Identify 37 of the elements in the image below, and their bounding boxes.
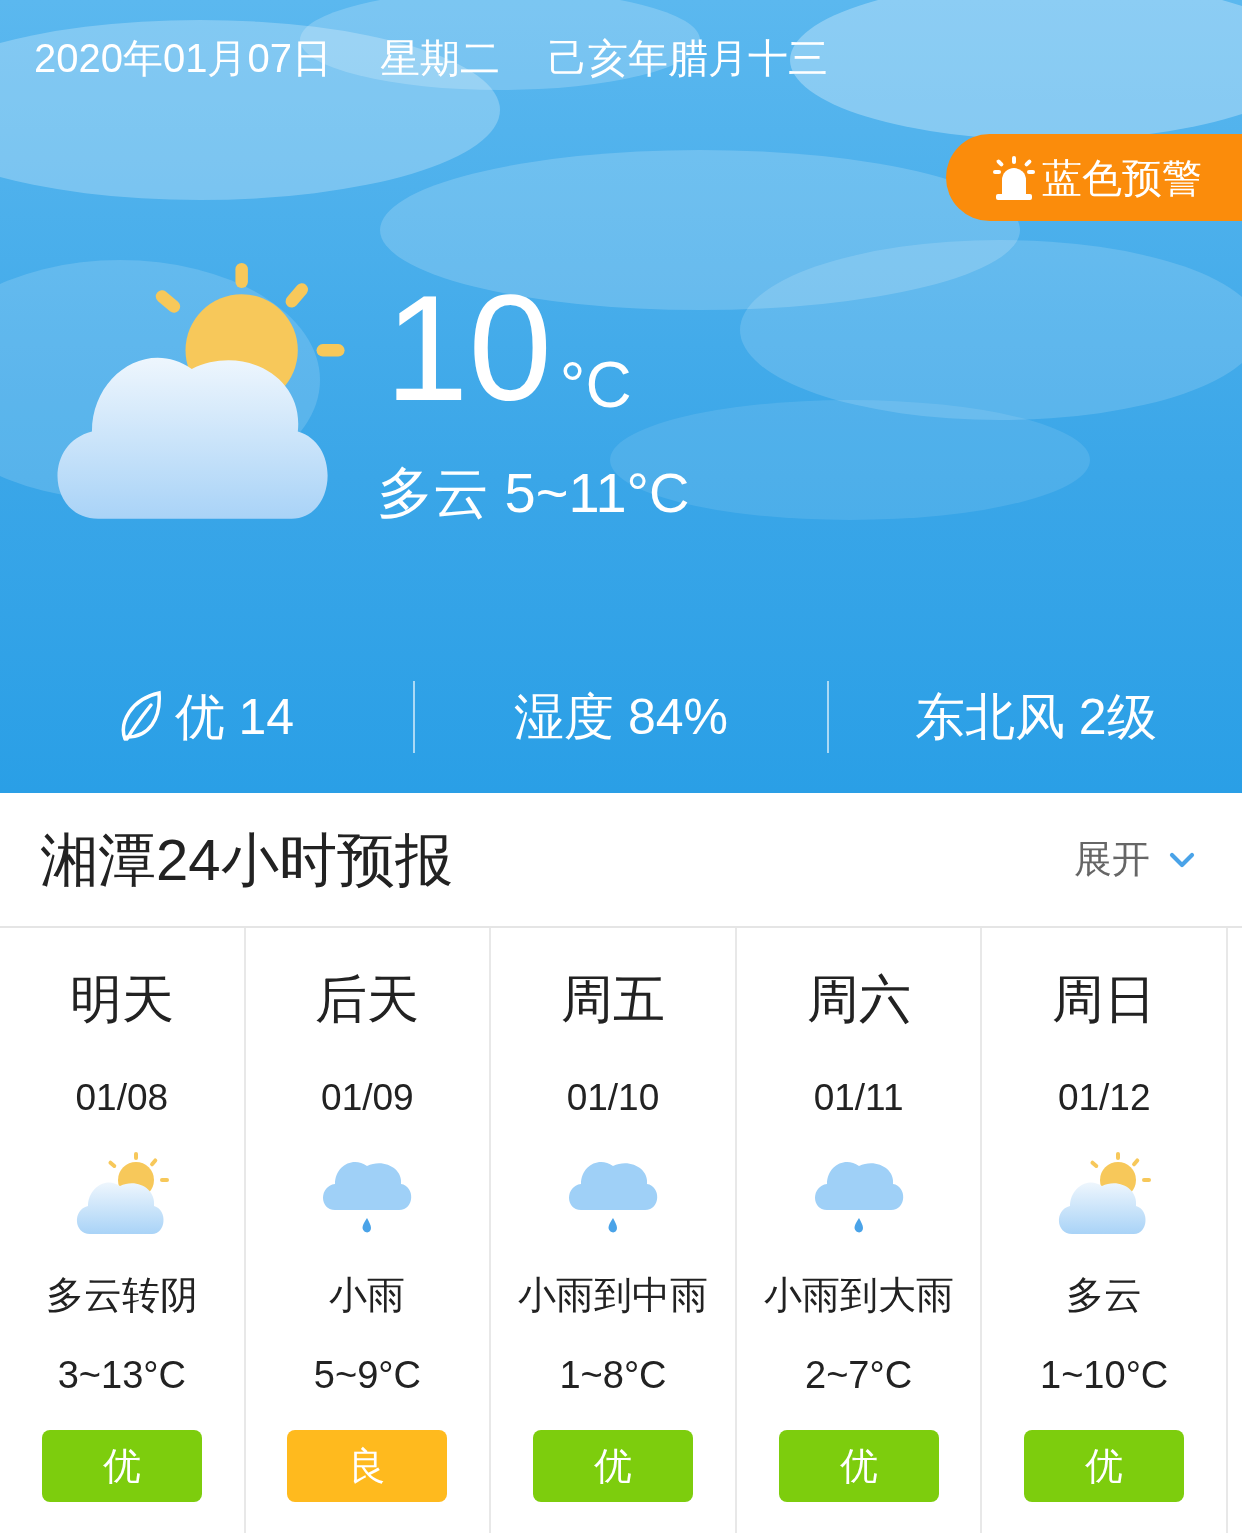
- day-name: 周五: [561, 973, 665, 1025]
- temperature-range: 5~9°C: [313, 1356, 421, 1394]
- day-name: 周日: [1052, 973, 1157, 1025]
- temperature-range: 1~10°C: [1040, 1356, 1169, 1394]
- day-date: 01/11: [813, 1079, 904, 1116]
- air-quality-badge: 优: [1024, 1430, 1185, 1502]
- condition-text: 小雨到中雨: [518, 1276, 708, 1314]
- expand-button[interactable]: 展开: [1074, 831, 1202, 888]
- day-name: 后天: [315, 973, 420, 1025]
- temperature-range: 3~13°C: [57, 1356, 186, 1394]
- day-date: 01/10: [566, 1079, 660, 1116]
- weekday-text: 星期二: [379, 38, 500, 78]
- stat-text: 东北风 2级: [914, 692, 1157, 742]
- day-date: 01/12: [1057, 1079, 1151, 1116]
- condition-text: 小雨: [329, 1276, 406, 1314]
- air-quality-badge: 优: [533, 1430, 693, 1502]
- temperature-text: 10: [385, 273, 552, 423]
- day-date: 01/08: [75, 1079, 169, 1116]
- temperature-range: 2~7°C: [805, 1356, 913, 1394]
- condition-text: 小雨到大雨: [763, 1276, 954, 1314]
- lunar-date-text: 己亥年腊月十三: [547, 38, 828, 78]
- unit-text: °C: [559, 353, 632, 417]
- stat-text: 湿度 84%: [514, 692, 728, 742]
- day-date: 01/09: [321, 1079, 414, 1116]
- air-quality-badge: 良: [287, 1430, 448, 1502]
- day-name: 周六: [806, 973, 911, 1025]
- condition-text: 多云: [1066, 1276, 1143, 1314]
- section-title: 湘潭24小时预报: [40, 826, 453, 894]
- temperature-range: 1~8°C: [559, 1356, 667, 1394]
- air-quality-badge: 优: [778, 1430, 939, 1502]
- date-text: 2020年01月07日: [34, 38, 332, 78]
- day-name: 明天: [69, 973, 174, 1025]
- weather-summary: 多云 5~11°C: [377, 465, 690, 521]
- air-quality-badge: 优: [41, 1430, 202, 1502]
- stat-text: 优 14: [174, 692, 295, 742]
- condition-text: 多云转阴: [45, 1276, 198, 1314]
- alarm-light-icon: [990, 155, 1038, 200]
